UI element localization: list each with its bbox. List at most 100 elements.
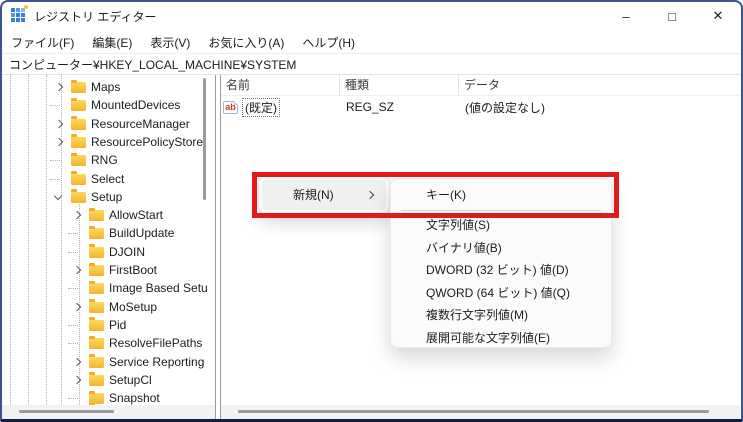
tree-item[interactable]: MountedDevices bbox=[2, 96, 215, 114]
tree-horizontal-scrollbar[interactable] bbox=[2, 405, 215, 419]
list-horizontal-scrollbar-thumb[interactable] bbox=[238, 410, 709, 413]
close-button[interactable]: ✕ bbox=[695, 0, 741, 32]
window-body: レジストリ エディター – □ ✕ ファイル(F) 編集(E) 表示(V) お気… bbox=[0, 0, 743, 422]
tree-connector bbox=[68, 288, 78, 290]
menu-item-view[interactable]: 表示(V) bbox=[141, 34, 199, 51]
list-header: 名前 種類 データ bbox=[221, 75, 740, 96]
tree-item-label[interactable]: AllowStart bbox=[109, 208, 163, 222]
tree-item[interactable]: RNG bbox=[2, 151, 215, 169]
column-header-name[interactable]: 名前 bbox=[221, 75, 340, 95]
chevron-right-icon[interactable] bbox=[54, 82, 64, 92]
list-horizontal-scrollbar[interactable] bbox=[221, 405, 740, 419]
tree-item-label[interactable]: MoSetup bbox=[109, 300, 157, 314]
tree-connector bbox=[50, 178, 60, 180]
tree-item[interactable]: AllowStart bbox=[2, 206, 215, 224]
tree-item[interactable]: DJOIN bbox=[2, 243, 215, 261]
tree-horizontal-scrollbar-thumb[interactable] bbox=[19, 410, 114, 413]
minimize-button[interactable]: – bbox=[603, 0, 649, 32]
folder-icon bbox=[89, 335, 104, 350]
tree-item-label[interactable]: BuildUpdate bbox=[109, 226, 174, 240]
tree-item-label[interactable]: Service Reporting bbox=[109, 355, 204, 369]
tree-item[interactable]: ResolveFilePaths bbox=[2, 334, 215, 352]
folder-icon bbox=[89, 280, 104, 295]
folder-icon bbox=[71, 79, 86, 93]
chevron-right-icon[interactable] bbox=[54, 137, 64, 147]
submenu-item[interactable]: QWORD (64 ビット) 値(Q) bbox=[391, 282, 611, 305]
string-value-icon: ab bbox=[223, 100, 238, 114]
chevron-right-icon[interactable] bbox=[72, 375, 82, 385]
tree-item-label[interactable]: Image Based Setu bbox=[109, 281, 208, 295]
folder-icon bbox=[89, 317, 104, 331]
tree-connector bbox=[68, 398, 78, 400]
tree-item[interactable]: ResourceManager bbox=[2, 115, 215, 133]
menu-item-edit[interactable]: 編集(E) bbox=[83, 34, 141, 51]
tree-item[interactable]: Maps bbox=[2, 78, 215, 96]
panel-divider[interactable] bbox=[215, 75, 221, 419]
tree-item[interactable]: Pid bbox=[2, 316, 215, 334]
submenu-item[interactable]: 展開可能な文字列値(E) bbox=[391, 327, 611, 348]
chevron-right-icon[interactable] bbox=[72, 302, 82, 311]
tree-item-label[interactable]: ResolveFilePaths bbox=[109, 336, 202, 350]
tree-item[interactable]: FirstBoot bbox=[2, 261, 215, 279]
folder-icon bbox=[89, 244, 104, 258]
tree-connector bbox=[50, 105, 60, 107]
tree-item[interactable]: MoSetup bbox=[2, 298, 215, 316]
menu-item-favorites[interactable]: お気に入り(A) bbox=[199, 34, 293, 51]
menu-bar: ファイル(F) 編集(E) 表示(V) お気に入り(A) ヘルプ(H) bbox=[2, 32, 741, 53]
tree-item[interactable]: ResourcePolicyStore bbox=[2, 133, 215, 151]
chevron-down-icon[interactable] bbox=[53, 191, 63, 201]
chevron-right-icon[interactable] bbox=[72, 265, 82, 275]
tree-connector bbox=[68, 251, 78, 253]
submenu-item[interactable]: DWORD (32 ビット) 値(D) bbox=[391, 259, 611, 282]
window-title: レジストリ エディター bbox=[34, 10, 157, 24]
tree-panel[interactable]: Maps MountedDevices ResourceManager Resourc… bbox=[2, 75, 215, 407]
tree-item[interactable]: BuildUpdate bbox=[2, 224, 215, 242]
tree-item-label[interactable]: Pid bbox=[109, 318, 126, 332]
chevron-right-icon[interactable] bbox=[54, 119, 64, 128]
tree-item[interactable]: SetupCl bbox=[2, 371, 215, 389]
value-data: (値の設定なし) bbox=[465, 100, 545, 115]
folder-icon bbox=[89, 372, 104, 386]
tree-item[interactable]: Select bbox=[2, 170, 215, 188]
folder-icon bbox=[71, 116, 86, 130]
value-name[interactable]: (既定) bbox=[242, 97, 280, 117]
tree-item[interactable]: Service Reporting bbox=[2, 353, 215, 371]
tree-item-label[interactable]: Setup bbox=[91, 190, 122, 204]
menu-item-help[interactable]: ヘルプ(H) bbox=[293, 34, 364, 51]
folder-icon bbox=[71, 152, 86, 167]
registry-grid-icon bbox=[11, 5, 28, 23]
tree-item[interactable]: Setup bbox=[2, 188, 215, 206]
folder-icon bbox=[89, 299, 104, 313]
tree-item-label[interactable]: RNG bbox=[91, 153, 118, 167]
tree-item-label[interactable]: ResourcePolicyStore bbox=[91, 135, 203, 149]
tree-connector bbox=[50, 160, 60, 162]
title-bar[interactable]: レジストリ エディター – □ ✕ bbox=[0, 0, 743, 32]
tree-item-label[interactable]: DJOIN bbox=[109, 245, 145, 259]
tree-item-label[interactable]: Select bbox=[91, 172, 124, 186]
tree-connector bbox=[68, 233, 78, 235]
tree-item-label[interactable]: MountedDevices bbox=[91, 98, 180, 112]
tree-item[interactable]: Image Based Setu bbox=[2, 279, 215, 297]
column-header-data[interactable]: データ bbox=[459, 75, 740, 95]
folder-icon bbox=[71, 189, 86, 203]
maximize-button[interactable]: □ bbox=[649, 0, 695, 32]
address-bar[interactable]: コンピューター¥HKEY_LOCAL_MACHINE¥SYSTEM bbox=[2, 53, 741, 75]
registry-value-row[interactable]: ab (既定) REG_SZ (値の設定なし) bbox=[221, 97, 740, 117]
tree-item-label[interactable]: ResourceManager bbox=[91, 117, 190, 131]
window-controls: – □ ✕ bbox=[603, 0, 741, 32]
registry-path[interactable]: コンピューター¥HKEY_LOCAL_MACHINE¥SYSTEM bbox=[2, 56, 296, 73]
submenu-item[interactable]: 複数行文字列値(M) bbox=[391, 304, 611, 327]
folder-icon bbox=[71, 171, 86, 185]
chevron-right-icon[interactable] bbox=[72, 357, 82, 366]
tree-connector bbox=[68, 343, 78, 345]
tree-item-label[interactable]: FirstBoot bbox=[109, 263, 157, 277]
column-header-type[interactable]: 種類 bbox=[340, 75, 459, 95]
folder-icon bbox=[89, 207, 104, 222]
submenu-item[interactable]: バイナリ値(B) bbox=[391, 237, 611, 260]
tree-item-label[interactable]: Maps bbox=[91, 80, 120, 94]
folder-icon bbox=[71, 134, 86, 148]
tree-item-label[interactable]: SetupCl bbox=[109, 373, 152, 387]
menu-item-file[interactable]: ファイル(F) bbox=[2, 34, 83, 51]
chevron-right-icon[interactable] bbox=[72, 210, 82, 220]
tree-vertical-scrollbar-thumb[interactable] bbox=[203, 78, 206, 200]
